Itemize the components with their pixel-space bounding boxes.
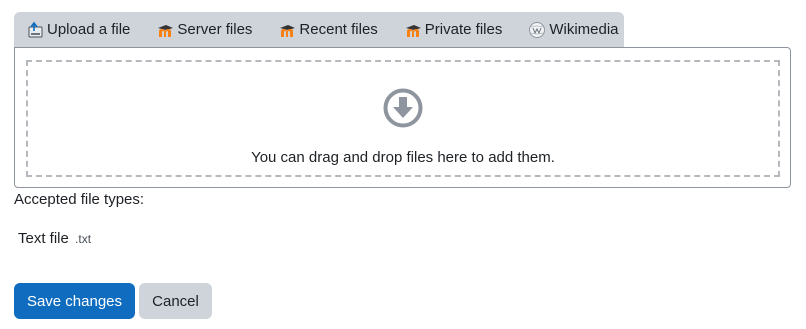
drop-zone[interactable]: You can drag and drop files here to add …	[26, 60, 780, 177]
tab-label: Recent files	[299, 21, 378, 38]
file-picker: Upload a file Server files Recent files	[0, 0, 806, 329]
cancel-button[interactable]: Cancel	[139, 283, 212, 319]
wikimedia-icon	[528, 21, 546, 39]
moodle-icon	[404, 21, 422, 39]
tab-label: Upload a file	[47, 21, 131, 38]
moodle-icon	[156, 21, 174, 39]
file-type-name: Text file	[18, 230, 69, 247]
tab-recent-files[interactable]: Recent files	[278, 21, 378, 39]
tab-server-files[interactable]: Server files	[156, 21, 252, 39]
tab-label: Private files	[424, 21, 503, 38]
download-arrow-icon	[382, 87, 424, 129]
upload-icon	[26, 21, 44, 39]
moodle-icon	[278, 21, 296, 39]
tab-label: Wikimedia	[549, 21, 619, 38]
tab-label: Server files	[177, 21, 253, 38]
file-type-extension: .txt	[75, 232, 92, 246]
accepted-file-type: Text file .txt	[18, 230, 91, 247]
tab-wikimedia[interactable]: Wikimedia	[528, 21, 619, 39]
drop-zone-message: You can drag and drop files here to add …	[251, 149, 555, 166]
tab-upload-a-file[interactable]: Upload a file	[26, 21, 130, 39]
tab-private-files[interactable]: Private files	[404, 21, 503, 39]
repository-tabs: Upload a file Server files Recent files	[14, 12, 624, 47]
file-manager-area: You can drag and drop files here to add …	[14, 47, 791, 188]
accepted-file-types-label: Accepted file types:	[14, 191, 145, 208]
save-changes-button[interactable]: Save changes	[14, 283, 135, 319]
